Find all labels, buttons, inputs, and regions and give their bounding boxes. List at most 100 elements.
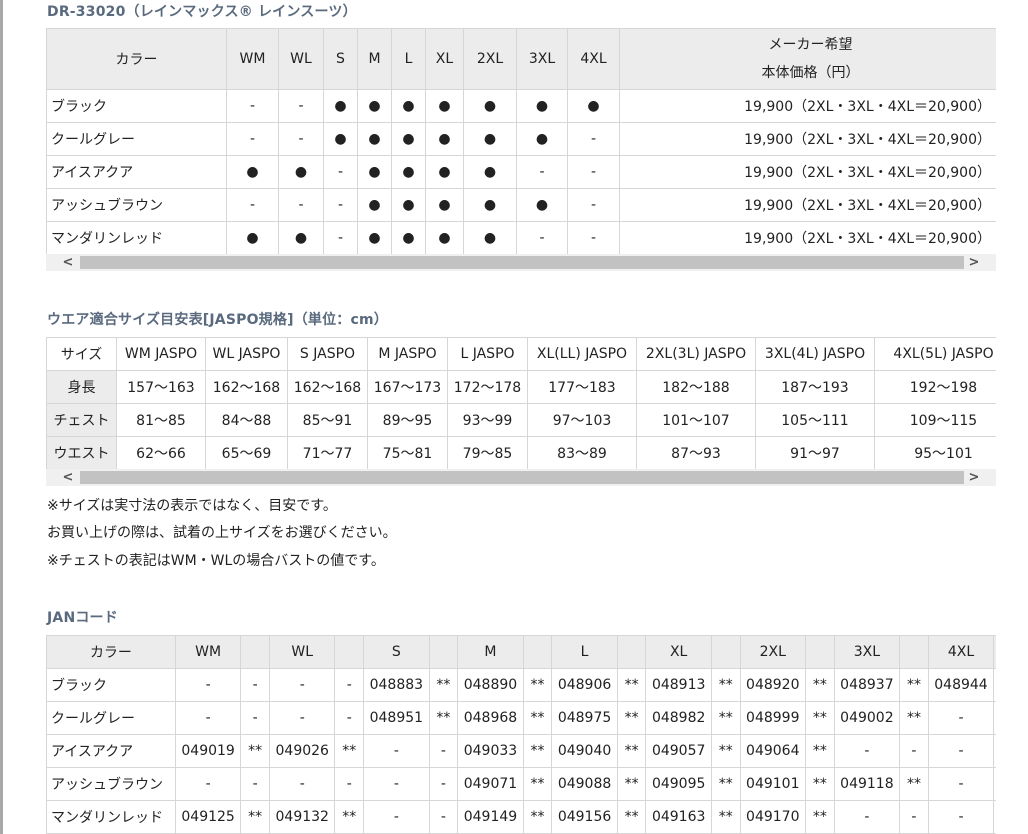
jan-code-cell: 048890 xyxy=(457,668,524,702)
availability-cell: ● xyxy=(323,89,358,123)
measurement-cell: 62～66 xyxy=(116,436,206,470)
jan-suffix-cell: ** xyxy=(710,701,741,735)
scroll-right-arrow-icon[interactable]: > xyxy=(966,254,982,271)
measurement-cell: 91～97 xyxy=(755,436,875,470)
table-row: クールグレー - - - -048951 ** 048968 ** 048975 ** 048982… xyxy=(46,701,996,735)
jan-code-cell: 048913 xyxy=(645,668,712,702)
size-column-header: 4XL(5L) JASPO xyxy=(874,337,996,371)
price-header-line-2: 本体価格（円） xyxy=(761,65,860,81)
jan-size-header: 3XL xyxy=(833,635,901,669)
table-row: マンダリンレッド 049125 ** 049132 ** - -049149 ** 049156… xyxy=(46,800,996,834)
jan-suffix-cell: ** xyxy=(522,701,553,735)
jan-suffix-cell: ** xyxy=(334,734,365,768)
note-line-1: ※サイズは実寸法の表示ではなく、目安です。 xyxy=(47,498,337,514)
jan-suffix-cell: - xyxy=(993,701,996,735)
jan-suffix-cell: ** xyxy=(805,668,835,702)
measurement-cell: 182～188 xyxy=(636,370,756,404)
availability-cell: ● xyxy=(463,122,517,156)
jan-code-cell: - xyxy=(927,800,995,834)
jan-code-cell: 048883 xyxy=(363,668,430,702)
table-row: マンダリンレッド ● ● - ● ● ● ● - -19,900（2XL・3XL・4XL＝20,9… xyxy=(46,221,996,255)
color-table-container: カラー WM WL S M L XL 2XL 3XL 4XL メーカー希望 本体価格（円） ブラック - -… xyxy=(46,28,996,255)
measurement-cell: 192～198 xyxy=(874,370,996,404)
scrollbar-thumb[interactable] xyxy=(80,471,964,484)
availability-cell: - xyxy=(278,122,324,156)
availability-cell: - xyxy=(567,155,620,189)
measurement-cell: 105～111 xyxy=(755,403,875,437)
size-column-header: WL JASPO xyxy=(205,337,288,371)
jan-suffix-cell: ** xyxy=(710,767,741,801)
availability-cell: ● xyxy=(463,89,517,123)
measurement-cell: 83～89 xyxy=(527,436,637,470)
scroll-right-arrow-icon[interactable]: > xyxy=(966,469,982,486)
availability-cell: - xyxy=(567,221,620,255)
jan-suffix-cell: ** xyxy=(522,734,553,768)
measurement-label-cell: チェスト xyxy=(46,403,117,437)
availability-cell: ● xyxy=(323,122,358,156)
measurement-cell: 157～163 xyxy=(116,370,206,404)
availability-cell: ● xyxy=(391,188,426,222)
jan-code-cell: 049156 xyxy=(551,800,618,834)
size-column-header: WM xyxy=(226,28,279,90)
jan-suffix-cell: ** xyxy=(428,668,459,702)
jan-code-cell: 049125 xyxy=(174,800,242,834)
jan-suffix-cell: ** xyxy=(899,767,929,801)
availability-cell: - xyxy=(226,188,279,222)
jan-suffix-cell: ** xyxy=(710,734,741,768)
table-row: ブラック - - ● ● ● ● ● ● ● 19,900（2XL・3XL・4XL＝20,900） xyxy=(46,89,996,123)
jan-suffix-cell: - xyxy=(993,767,996,801)
jan-code-cell: 048906 xyxy=(551,668,618,702)
measurement-cell: 101～107 xyxy=(636,403,756,437)
jan-code-cell: 049026 xyxy=(268,734,336,768)
availability-cell: - xyxy=(567,122,620,156)
jan-suffix-cell: - xyxy=(334,767,365,801)
jan-table-container: カラー WM WL S M L XL 2XL 3XL 4XL ブラック - - - -048883 ** 048… xyxy=(46,635,996,834)
size-column-header: M JASPO xyxy=(367,337,448,371)
horizontal-scrollbar[interactable]: < > xyxy=(46,469,996,486)
jan-code-cell: - xyxy=(268,668,336,702)
table-row: クールグレー - - ● ● ● ● ● ● -19,900（2XL・3XL・4XL＝20,900… xyxy=(46,122,996,156)
table-row: ウエスト 62～66 65～69 71～77 75～81 79～85 83～89 87～93 9… xyxy=(46,436,996,470)
price-cell: 19,900（2XL・3XL・4XL＝20,900） xyxy=(619,221,996,255)
jan-code-cell: 049033 xyxy=(457,734,524,768)
scroll-left-arrow-icon[interactable]: < xyxy=(60,469,76,486)
measurement-label-cell: ウエスト xyxy=(46,436,117,470)
jan-code-table: カラー WM WL S M L XL 2XL 3XL 4XL ブラック - - - -048883 ** 048… xyxy=(46,635,996,834)
jan-code-cell: 049149 xyxy=(457,800,524,834)
jan-code-cell: - xyxy=(927,701,995,735)
jan-suffix-cell: ** xyxy=(616,767,647,801)
jan-code-cell: - xyxy=(363,767,430,801)
horizontal-scrollbar[interactable]: < > xyxy=(46,254,996,271)
availability-cell: ● xyxy=(516,188,568,222)
jan-code-title: JANコード xyxy=(47,610,118,626)
scroll-left-arrow-icon[interactable]: < xyxy=(60,254,76,271)
jan-code-cell: - xyxy=(927,734,995,768)
availability-cell: ● xyxy=(278,221,324,255)
measurement-cell: 85～91 xyxy=(287,403,368,437)
jan-suffix-cell: ** xyxy=(522,767,553,801)
jan-code-cell: 049040 xyxy=(551,734,618,768)
color-name-cell: ブラック xyxy=(46,668,176,702)
table-row: ブラック - - - -048883 ** 048890 ** 048906 ** 048913 **… xyxy=(46,668,996,702)
header-row: カラー WM WL S M L XL 2XL 3XL 4XL メーカー希望 本体価格（円） xyxy=(46,28,996,90)
measurement-cell: 95～101 xyxy=(874,436,996,470)
measurement-cell: 79～85 xyxy=(447,436,528,470)
color-name-cell: ブラック xyxy=(46,89,227,123)
availability-cell: ● xyxy=(463,188,517,222)
size-column-header: S JASPO xyxy=(287,337,368,371)
jan-size-header xyxy=(428,635,459,669)
size-column-header: M xyxy=(357,28,392,90)
jan-size-header xyxy=(993,635,996,669)
jan-size-header: 2XL xyxy=(739,635,807,669)
color-column-header: カラー xyxy=(46,28,227,90)
availability-cell: - xyxy=(278,89,324,123)
size-column-header: 2XL xyxy=(463,28,517,90)
jan-code-cell: - xyxy=(363,734,430,768)
jan-suffix-cell: ** xyxy=(710,668,741,702)
availability-cell: - xyxy=(278,188,324,222)
scrollbar-thumb[interactable] xyxy=(80,256,964,269)
jan-suffix-cell: ** xyxy=(428,701,459,735)
color-name-cell: クールグレー xyxy=(46,122,227,156)
jan-suffix-cell: ** xyxy=(805,800,835,834)
jan-suffix-cell: - xyxy=(993,800,996,834)
